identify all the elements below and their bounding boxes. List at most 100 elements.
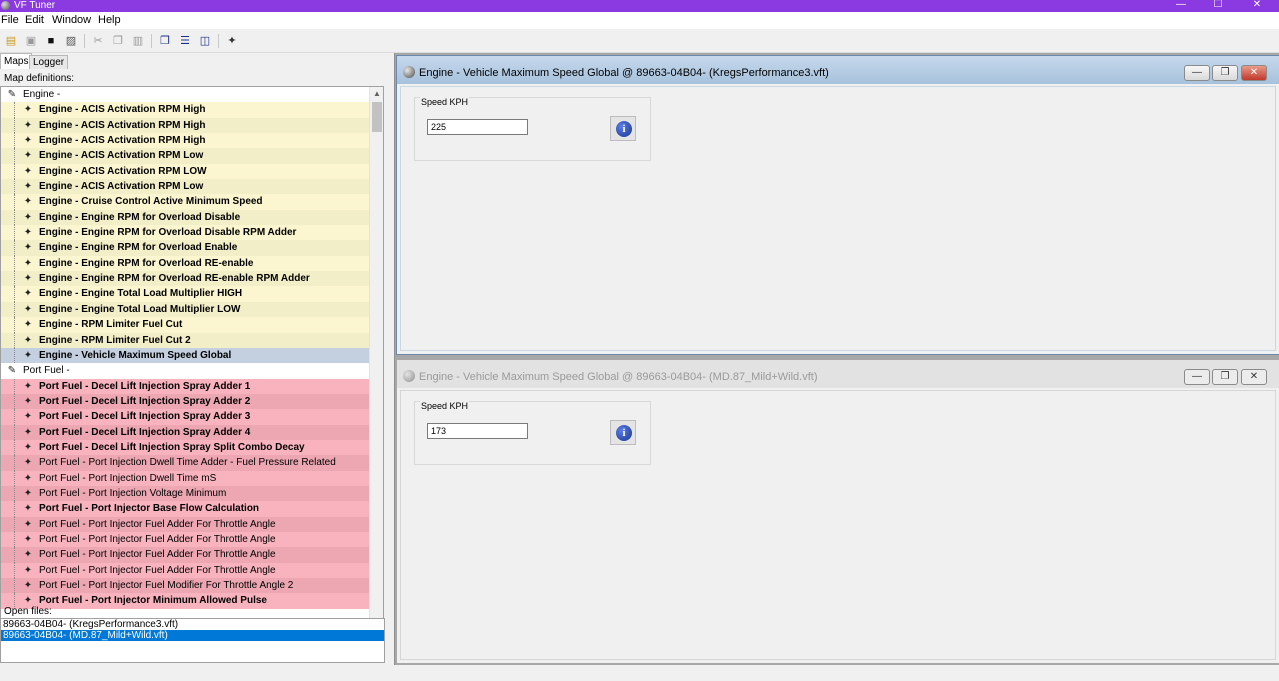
map-icon: ✦ (23, 503, 33, 515)
tree-item[interactable]: ✦ Engine - ACIS Activation RPM High (1, 117, 370, 134)
window-restore-button[interactable]: ❐ (1212, 369, 1238, 385)
window-minimize-button[interactable]: — (1184, 369, 1210, 385)
tree-item[interactable]: ✦ Port Fuel - Port Injector Base Flow Cal… (1, 501, 370, 517)
tree-item[interactable]: ✦ Port Fuel - Port Injection Voltage Mini… (1, 485, 370, 502)
tree-connector (14, 501, 15, 517)
tree-group[interactable]: ✎ Port Fuel - (1, 363, 370, 379)
paste-icon[interactable]: ▥ (130, 33, 146, 49)
tree-item-selected[interactable]: ✦ Engine - Vehicle Maximum Speed Global (1, 347, 370, 364)
speed-group-box: Speed KPH i (414, 401, 651, 465)
tree-item[interactable]: ✦ Engine - RPM Limiter Fuel Cut (1, 317, 370, 333)
tree-item[interactable]: ✦ Engine - Engine RPM for Overload RE-ena… (1, 255, 370, 272)
tree-item[interactable]: ✦ Port Fuel - Decel Lift Injection Spray … (1, 439, 370, 456)
map-definitions-tree[interactable]: ✎ Engine - ✦ Engine - ACIS Activation RPM H… (0, 86, 384, 656)
map-window-1-content: Speed KPH i (400, 86, 1276, 351)
tree-connector (14, 516, 15, 532)
open-file-item[interactable]: 89663-04B04- (KregsPerformance3.vft) (1, 619, 384, 630)
tree-item[interactable]: ✦ Port Fuel - Port Injector Fuel Adder Fo… (1, 562, 370, 578)
menu-window[interactable]: Window (52, 14, 91, 26)
tree-connector (14, 148, 15, 164)
tree-item[interactable]: ✦ Engine - Engine Total Load Multiplier L… (1, 301, 370, 318)
map-icon: ✦ (23, 227, 33, 239)
map-icon: ✦ (23, 349, 33, 361)
tree-item[interactable]: ✦ Engine - ACIS Activation RPM High (1, 102, 370, 118)
save-as-icon[interactable]: ▨ (63, 33, 79, 49)
window-close-button[interactable]: ✕ (1241, 65, 1267, 81)
tree-item-label: Engine - Engine RPM for Overload RE-enab… (39, 257, 254, 269)
tag-icon: ✎ (7, 89, 17, 100)
open-folder-icon[interactable]: ▤ (3, 33, 19, 49)
cut-icon[interactable]: ✂ (90, 33, 106, 49)
tree-item[interactable]: ✦ Port Fuel - Port Injector Fuel Adder Fo… (1, 547, 370, 563)
speed-value-input[interactable] (427, 119, 528, 135)
tree-item[interactable]: ✦ Engine - Engine RPM for Overload RE-ena… (1, 271, 370, 287)
tree-item-label: Port Fuel - Port Injector Base Flow Calc… (39, 503, 260, 515)
tree-item-label: Port Fuel - Port Injector Fuel Adder For… (39, 549, 276, 561)
tree-connector (14, 332, 15, 348)
tree-scrollbar[interactable]: ▲ ▼ (369, 87, 383, 655)
tree-item[interactable]: ✦ Port Fuel - Port Injector Fuel Modifier… (1, 578, 370, 594)
map-icon: ✦ (23, 426, 33, 438)
tree-item[interactable]: ✦ Port Fuel - Decel Lift Injection Spray … (1, 378, 370, 394)
window-close-button[interactable]: ✕ (1241, 369, 1267, 385)
scroll-up-arrow-icon[interactable]: ▲ (370, 87, 383, 101)
open-file-item-selected[interactable]: 89663-04B04- (MD.87_Mild+Wild.vft) (1, 630, 384, 641)
close-app-button[interactable]: ✕ (1237, 0, 1277, 12)
tree-connector (14, 317, 15, 333)
tab-logger[interactable]: Logger (29, 55, 69, 69)
tree-item[interactable]: ✦ Engine - Engine RPM for Overload Disabl… (1, 225, 370, 241)
tree-item[interactable]: ✦ Engine - Engine RPM for Overload Disabl… (1, 209, 370, 226)
tree-item-label: Engine - ACIS Activation RPM High (39, 104, 206, 116)
menu-help[interactable]: Help (98, 14, 121, 26)
info-button[interactable]: i (610, 420, 636, 445)
map-icon: ✦ (23, 487, 33, 499)
speed-group-box: Speed KPH i (414, 97, 651, 161)
tree-item[interactable]: ✦ Port Fuel - Decel Lift Injection Spray … (1, 393, 370, 410)
tree-item-label: Port Fuel - Decel Lift Injection Spray A… (39, 395, 251, 407)
scroll-thumb[interactable] (372, 102, 382, 132)
tree-item[interactable]: ✦ Engine - Cruise Control Active Minimum … (1, 194, 370, 210)
tree-item[interactable]: ✦ Port Fuel - Decel Lift Injection Spray … (1, 424, 370, 440)
tree-item[interactable]: ✦ Engine - Engine Total Load Multiplier H… (1, 286, 370, 302)
window-icon (403, 66, 415, 78)
tile-horizontal-icon[interactable]: ☰ (177, 33, 193, 49)
tree-item[interactable]: ✦ Port Fuel - Port Injector Fuel Adder Fo… (1, 516, 370, 532)
tree-item[interactable]: ✦ Port Fuel - Port Injection Dwell Time A… (1, 455, 370, 471)
menu-file[interactable]: File (1, 14, 19, 26)
window-restore-button[interactable]: ❐ (1212, 65, 1238, 81)
tree-group[interactable]: ✎ Engine - (1, 87, 370, 103)
tree-item[interactable]: ✦ Port Fuel - Port Injection Dwell Time m… (1, 470, 370, 486)
map-window-2-titlebar[interactable]: Engine - Vehicle Maximum Speed Global @ … (397, 360, 1279, 388)
copy-icon[interactable]: ❐ (110, 33, 126, 49)
tree-item[interactable]: ✦ Engine - ACIS Activation RPM Low (1, 179, 370, 195)
tab-maps[interactable]: Maps (0, 53, 33, 69)
tree-item[interactable]: ✦ Engine - ACIS Activation RPM LOW (1, 163, 370, 180)
tree-connector (14, 562, 15, 578)
tree-connector (14, 347, 15, 364)
menu-edit[interactable]: Edit (25, 14, 44, 26)
tree-item[interactable]: ✦ Port Fuel - Port Injector Fuel Adder Fo… (1, 531, 370, 548)
speed-value-input[interactable] (427, 423, 528, 439)
cascade-windows-icon[interactable]: ❐ (157, 33, 173, 49)
open-files-list[interactable]: 89663-04B04- (KregsPerformance3.vft) 896… (0, 618, 385, 663)
info-button[interactable]: i (610, 116, 636, 141)
minimize-app-button[interactable]: — (1161, 0, 1201, 12)
tree-connector (14, 455, 15, 471)
tree-item[interactable]: ✦ Port Fuel - Decel Lift Injection Spray … (1, 409, 370, 425)
map-window-1-titlebar[interactable]: Engine - Vehicle Maximum Speed Global @ … (397, 56, 1279, 84)
tree-item[interactable]: ✦ Port Fuel - Port Injector Minimum Allow… (1, 593, 370, 609)
tree-item[interactable]: ✦ Engine - Engine RPM for Overload Enable (1, 240, 370, 256)
tree-item[interactable]: ✦ Engine - ACIS Activation RPM Low (1, 148, 370, 164)
save-icon[interactable]: ■ (43, 33, 59, 49)
tile-vertical-icon[interactable]: ◫ (197, 33, 213, 49)
map-window-2[interactable]: Engine - Vehicle Maximum Speed Global @ … (396, 359, 1279, 664)
maximize-app-button[interactable]: ☐ (1198, 0, 1238, 12)
open-recent-icon[interactable]: ▣ (23, 33, 39, 49)
map-icon: ✦ (23, 196, 33, 208)
tree-item[interactable]: ✦ Engine - RPM Limiter Fuel Cut 2 (1, 332, 370, 348)
compare-icon[interactable]: ✦ (224, 33, 240, 49)
tree-item-label: Engine - (23, 89, 61, 100)
map-window-1[interactable]: Engine - Vehicle Maximum Speed Global @ … (396, 55, 1279, 355)
tree-item[interactable]: ✦ Engine - ACIS Activation RPM High (1, 133, 370, 149)
window-minimize-button[interactable]: — (1184, 65, 1210, 81)
